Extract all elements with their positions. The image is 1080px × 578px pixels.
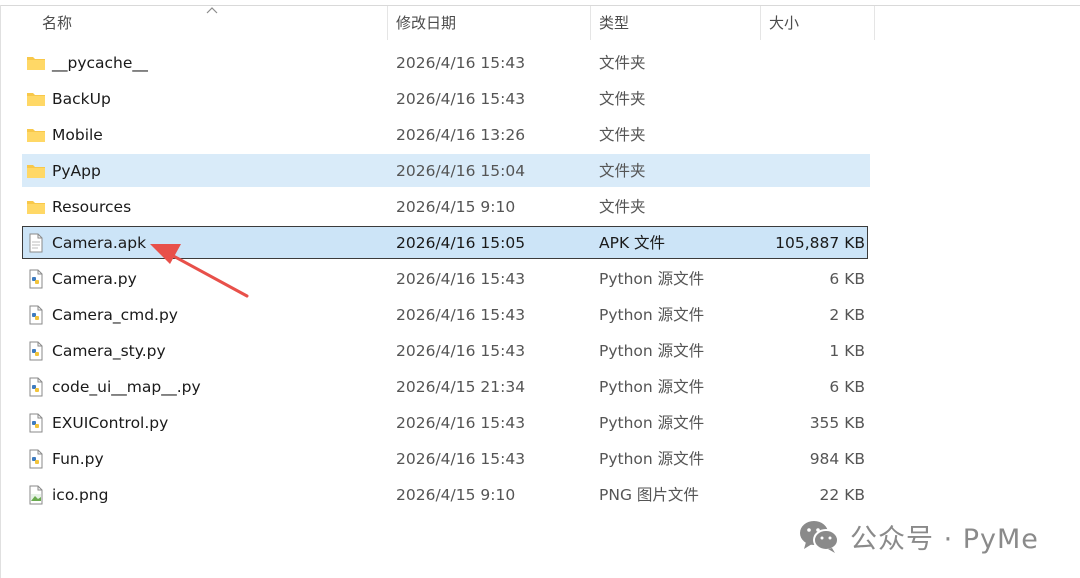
column-type-header[interactable]: 类型 — [599, 6, 629, 40]
column-divider[interactable] — [387, 6, 388, 40]
watermark-text: 公众号 · PyMe — [850, 523, 1039, 555]
file-row[interactable]: Mobile 2026/4/16 13:26 文件夹 — [0, 117, 1080, 153]
column-modified-header[interactable]: 修改日期 — [396, 6, 456, 40]
column-divider[interactable] — [590, 6, 591, 40]
python-file-icon — [26, 341, 46, 361]
file-size: 6 KB — [829, 378, 865, 396]
python-file-icon — [26, 413, 46, 433]
file-type: 文件夹 — [599, 198, 646, 216]
file-row[interactable]: EXUIControl.py 2026/4/16 15:43 Python 源文件 3… — [0, 405, 1080, 441]
file-name[interactable]: PyApp — [52, 153, 101, 189]
file-size: 984 KB — [809, 450, 865, 468]
file-name[interactable]: Camera.apk — [52, 225, 146, 261]
python-file-icon — [26, 449, 46, 469]
file-name[interactable]: BackUp — [52, 81, 111, 117]
file-size: 105,887 KB — [775, 234, 865, 252]
file-row[interactable]: code_ui__map__.py 2026/4/15 21:34 Python 源… — [0, 369, 1080, 405]
file-icon — [26, 233, 46, 253]
file-row[interactable]: Fun.py 2026/4/16 15:43 Python 源文件 984 KB — [0, 441, 1080, 477]
file-modified: 2026/4/16 13:26 — [396, 126, 526, 144]
column-header: 名称 修改日期 类型 大小 — [0, 6, 875, 40]
file-modified: 2026/4/16 15:04 — [396, 162, 526, 180]
column-name-header[interactable]: 名称 — [42, 6, 72, 40]
python-file-icon — [26, 305, 46, 325]
file-type: 文件夹 — [599, 162, 646, 180]
column-divider[interactable] — [760, 6, 761, 40]
file-name[interactable]: Resources — [52, 189, 131, 225]
file-type: Python 源文件 — [599, 414, 705, 432]
file-size: 6 KB — [829, 270, 865, 288]
file-type: 文件夹 — [599, 126, 646, 144]
file-row[interactable]: __pycache__ 2026/4/16 15:43 文件夹 — [0, 45, 1080, 81]
python-file-icon — [26, 269, 46, 289]
file-type: APK 文件 — [599, 234, 666, 252]
folder-icon — [26, 161, 46, 181]
file-name[interactable]: code_ui__map__.py — [52, 369, 201, 405]
file-modified: 2026/4/16 15:43 — [396, 90, 526, 108]
folder-icon — [26, 197, 46, 217]
file-type: Python 源文件 — [599, 342, 705, 360]
file-modified: 2026/4/16 15:43 — [396, 414, 526, 432]
file-size: 22 KB — [819, 486, 865, 504]
folder-icon — [26, 89, 46, 109]
file-name[interactable]: Mobile — [52, 117, 103, 153]
file-name[interactable]: __pycache__ — [52, 45, 148, 81]
file-size: 2 KB — [829, 306, 865, 324]
column-size-header[interactable]: 大小 — [769, 6, 799, 40]
file-type: Python 源文件 — [599, 450, 705, 468]
file-modified: 2026/4/16 15:43 — [396, 450, 526, 468]
file-row[interactable]: Resources 2026/4/15 9:10 文件夹 — [0, 189, 1080, 225]
image-file-icon — [26, 485, 46, 505]
file-type: PNG 图片文件 — [599, 486, 699, 504]
file-type: Python 源文件 — [599, 270, 705, 288]
folder-icon — [26, 53, 46, 73]
file-name[interactable]: EXUIControl.py — [52, 405, 168, 441]
file-type: Python 源文件 — [599, 306, 705, 324]
file-size: 355 KB — [809, 414, 865, 432]
watermark: 公众号 · PyMe — [798, 516, 1039, 556]
file-type: Python 源文件 — [599, 378, 705, 396]
file-modified: 2026/4/16 15:05 — [396, 234, 526, 252]
python-file-icon — [26, 377, 46, 397]
file-name[interactable]: Fun.py — [52, 441, 104, 477]
file-row[interactable]: PyApp 2026/4/16 15:04 文件夹 — [0, 153, 1080, 189]
file-modified: 2026/4/15 9:10 — [396, 198, 516, 216]
file-row[interactable]: BackUp 2026/4/16 15:43 文件夹 — [0, 81, 1080, 117]
file-modified: 2026/4/16 15:43 — [396, 306, 526, 324]
folder-icon — [26, 125, 46, 145]
file-name[interactable]: Camera_sty.py — [52, 333, 166, 369]
file-modified: 2026/4/16 15:43 — [396, 270, 526, 288]
wechat-icon — [800, 521, 839, 553]
file-name[interactable]: Camera.py — [52, 261, 137, 297]
file-type: 文件夹 — [599, 90, 646, 108]
file-size: 1 KB — [829, 342, 865, 360]
file-modified: 2026/4/15 9:10 — [396, 486, 516, 504]
file-type: 文件夹 — [599, 54, 646, 72]
file-name[interactable]: ico.png — [52, 477, 108, 513]
sort-ascending-icon — [206, 7, 218, 14]
annotation-arrow-icon — [150, 244, 249, 298]
file-modified: 2026/4/16 15:43 — [396, 342, 526, 360]
file-modified: 2026/4/16 15:43 — [396, 54, 526, 72]
file-modified: 2026/4/15 21:34 — [396, 378, 526, 396]
file-row[interactable]: ico.png 2026/4/15 9:10 PNG 图片文件 22 KB — [0, 477, 1080, 513]
column-divider[interactable] — [874, 6, 875, 40]
file-row[interactable]: Camera_sty.py 2026/4/16 15:43 Python 源文件 1 … — [0, 333, 1080, 369]
